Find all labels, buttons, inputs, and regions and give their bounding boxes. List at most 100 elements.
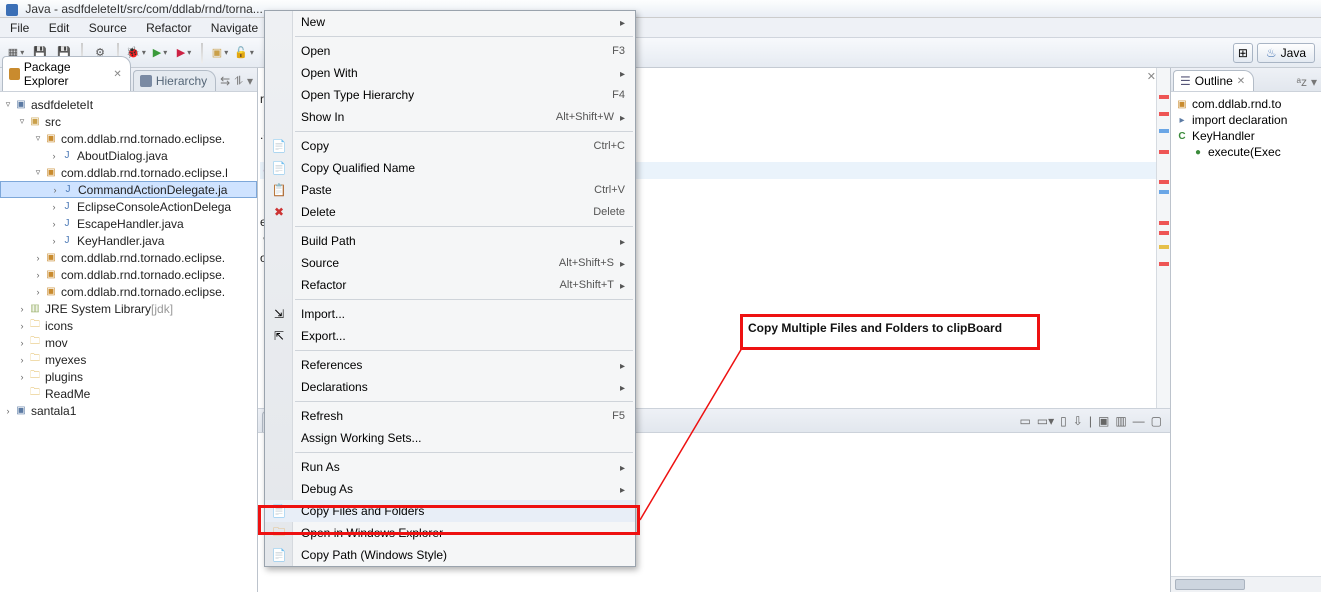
tree-label[interactable]: EclipseConsoleActionDelega: [77, 200, 231, 214]
tree-label-qualifier: [jdk]: [151, 302, 173, 316]
tree-label[interactable]: santala1: [31, 404, 76, 418]
maximize-icon[interactable]: ▢: [1151, 414, 1162, 428]
tree-label[interactable]: com.ddlab.rnd.tornado.eclipse.: [61, 251, 225, 265]
ctx-references[interactable]: References: [265, 354, 635, 376]
external-tools-button[interactable]: ▶: [174, 43, 194, 63]
ctx-delete[interactable]: ✖DeleteDelete: [265, 201, 635, 223]
ruler-mark-error[interactable]: [1159, 180, 1169, 184]
new-package-button[interactable]: ▣: [210, 43, 230, 63]
run-button[interactable]: ▶: [150, 43, 170, 63]
ctx-import[interactable]: ⇲Import...: [265, 303, 635, 325]
menu-separator: [295, 452, 633, 453]
tree-label[interactable]: com.ddlab.rnd.tornado.eclipse.: [61, 285, 225, 299]
open-perspective-button[interactable]: ⊞: [1233, 43, 1253, 63]
ctx-new[interactable]: New: [265, 11, 635, 33]
ruler-mark-error[interactable]: [1159, 262, 1169, 266]
ruler-mark-error[interactable]: [1159, 112, 1169, 116]
java-file-icon: J: [60, 235, 74, 247]
outline-icon: ☰: [1180, 74, 1191, 88]
minimize-icon[interactable]: —: [1133, 414, 1145, 428]
outline-hscrollbar[interactable]: [1171, 576, 1321, 592]
display-selected-console-icon[interactable]: ▭▾: [1037, 414, 1054, 428]
ctx-build-path[interactable]: Build Path: [265, 230, 635, 252]
open-console-icon[interactable]: ▣: [1098, 414, 1109, 428]
outline-tree[interactable]: ▣com.ddlab.rnd.to ▸import declaration CK…: [1171, 92, 1321, 576]
tree-label[interactable]: AboutDialog.java: [77, 149, 168, 163]
ctx-paste[interactable]: 📋PasteCtrl+V: [265, 179, 635, 201]
ctx-copy-path-windows[interactable]: 📄Copy Path (Windows Style): [265, 544, 635, 566]
context-menu: New OpenF3 Open With Open Type Hierarchy…: [264, 10, 636, 567]
tree-label[interactable]: com.ddlab.rnd.tornado.eclipse.: [61, 268, 225, 282]
outline-label[interactable]: import declaration: [1192, 113, 1287, 127]
ctx-open-windows-explorer[interactable]: 🗀Open in Windows Explorer: [265, 522, 635, 544]
menu-edit[interactable]: Edit: [41, 20, 78, 36]
ctx-open[interactable]: OpenF3: [265, 40, 635, 62]
close-icon[interactable]: ✕: [113, 69, 121, 80]
ctx-show-in[interactable]: Show InAlt+Shift+W: [265, 106, 635, 128]
tree-label[interactable]: icons: [45, 319, 73, 333]
tree-label[interactable]: mov: [45, 336, 68, 350]
ctx-assign-working-sets[interactable]: Assign Working Sets...: [265, 427, 635, 449]
outline-label[interactable]: com.ddlab.rnd.to: [1192, 97, 1281, 111]
tree-label[interactable]: plugins: [45, 370, 83, 384]
ruler-mark-error[interactable]: [1159, 150, 1169, 154]
tree-label[interactable]: KeyHandler.java: [77, 234, 164, 248]
open-type-button[interactable]: 🔓: [234, 43, 254, 63]
ctx-copy-files-and-folders[interactable]: 📄Copy Files and Folders: [265, 500, 635, 522]
ruler-mark-error[interactable]: [1159, 95, 1169, 99]
collapse-all-icon[interactable]: ⇆: [220, 74, 230, 89]
ctx-refactor[interactable]: RefactorAlt+Shift+T: [265, 274, 635, 296]
perspective-java[interactable]: ♨ Java: [1257, 43, 1315, 63]
view-menu-icon[interactable]: ▾: [247, 74, 253, 89]
ruler-mark-info[interactable]: [1159, 129, 1169, 133]
ruler-mark-error[interactable]: [1159, 221, 1169, 225]
tree-label[interactable]: EscapeHandler.java: [77, 217, 184, 231]
ctx-debug-as[interactable]: Debug As: [265, 478, 635, 500]
ctx-export[interactable]: ⇱Export...: [265, 325, 635, 347]
editor-close-icon[interactable]: ✕: [1147, 70, 1156, 83]
folder-icon: 🗀: [28, 371, 42, 383]
tree-label[interactable]: src: [45, 115, 61, 129]
scrollbar-thumb[interactable]: [1175, 579, 1245, 590]
import-icon: ⇲: [271, 306, 287, 322]
menu-file[interactable]: File: [2, 20, 37, 36]
link-editor-icon[interactable]: ⥮: [234, 74, 243, 89]
pin-console-icon[interactable]: ▯: [1060, 414, 1067, 428]
tab-outline[interactable]: ☰ Outline ✕: [1173, 70, 1254, 91]
tree-label[interactable]: com.ddlab.rnd.tornado.eclipse.l: [61, 166, 228, 180]
menu-navigate[interactable]: Navigate: [203, 20, 266, 36]
ctx-refresh[interactable]: RefreshF5: [265, 405, 635, 427]
tree-label-selected[interactable]: CommandActionDelegate.ja: [78, 183, 227, 197]
ctx-source[interactable]: SourceAlt+Shift+S: [265, 252, 635, 274]
tree-label[interactable]: myexes: [45, 353, 86, 367]
ruler-mark-info[interactable]: [1159, 190, 1169, 194]
menu-refactor[interactable]: Refactor: [138, 20, 199, 36]
outline-label[interactable]: execute(Exec: [1208, 145, 1281, 159]
tree-label[interactable]: JRE System Library: [45, 302, 151, 316]
ctx-copy-qualified-name[interactable]: 📄Copy Qualified Name: [265, 157, 635, 179]
filter-icon[interactable]: ▾: [1311, 75, 1317, 89]
package-icon: ▣: [1175, 98, 1189, 110]
scroll-lock-icon[interactable]: ⇩: [1073, 414, 1083, 428]
ctx-open-type-hierarchy[interactable]: Open Type HierarchyF4: [265, 84, 635, 106]
tree-label[interactable]: ReadMe: [45, 387, 90, 401]
overview-ruler[interactable]: [1156, 68, 1170, 408]
menu-source[interactable]: Source: [81, 20, 135, 36]
ctx-copy[interactable]: 📄CopyCtrl+C: [265, 135, 635, 157]
tree-label[interactable]: com.ddlab.rnd.tornado.eclipse.: [61, 132, 225, 146]
tree-label[interactable]: asdfdeleteIt: [31, 98, 93, 112]
app-icon: [6, 4, 18, 16]
outline-label[interactable]: KeyHandler: [1192, 129, 1255, 143]
close-icon[interactable]: ✕: [1237, 76, 1245, 87]
sort-icon[interactable]: ᵃz: [1297, 75, 1307, 89]
ctx-open-with[interactable]: Open With: [265, 62, 635, 84]
ruler-mark-error[interactable]: [1159, 231, 1169, 235]
clear-console-icon[interactable]: ▭: [1019, 414, 1030, 428]
tab-package-explorer[interactable]: Package Explorer ✕: [2, 56, 131, 91]
tab-hierarchy[interactable]: Hierarchy: [133, 70, 216, 91]
ruler-mark-warn[interactable]: [1159, 245, 1169, 249]
ctx-declarations[interactable]: Declarations: [265, 376, 635, 398]
package-explorer-tree[interactable]: ▿▣asdfdeleteIt ▿▣src ▿▣com.ddlab.rnd.tor…: [0, 92, 257, 592]
new-console-view-icon[interactable]: ▥: [1115, 414, 1126, 428]
ctx-run-as[interactable]: Run As: [265, 456, 635, 478]
